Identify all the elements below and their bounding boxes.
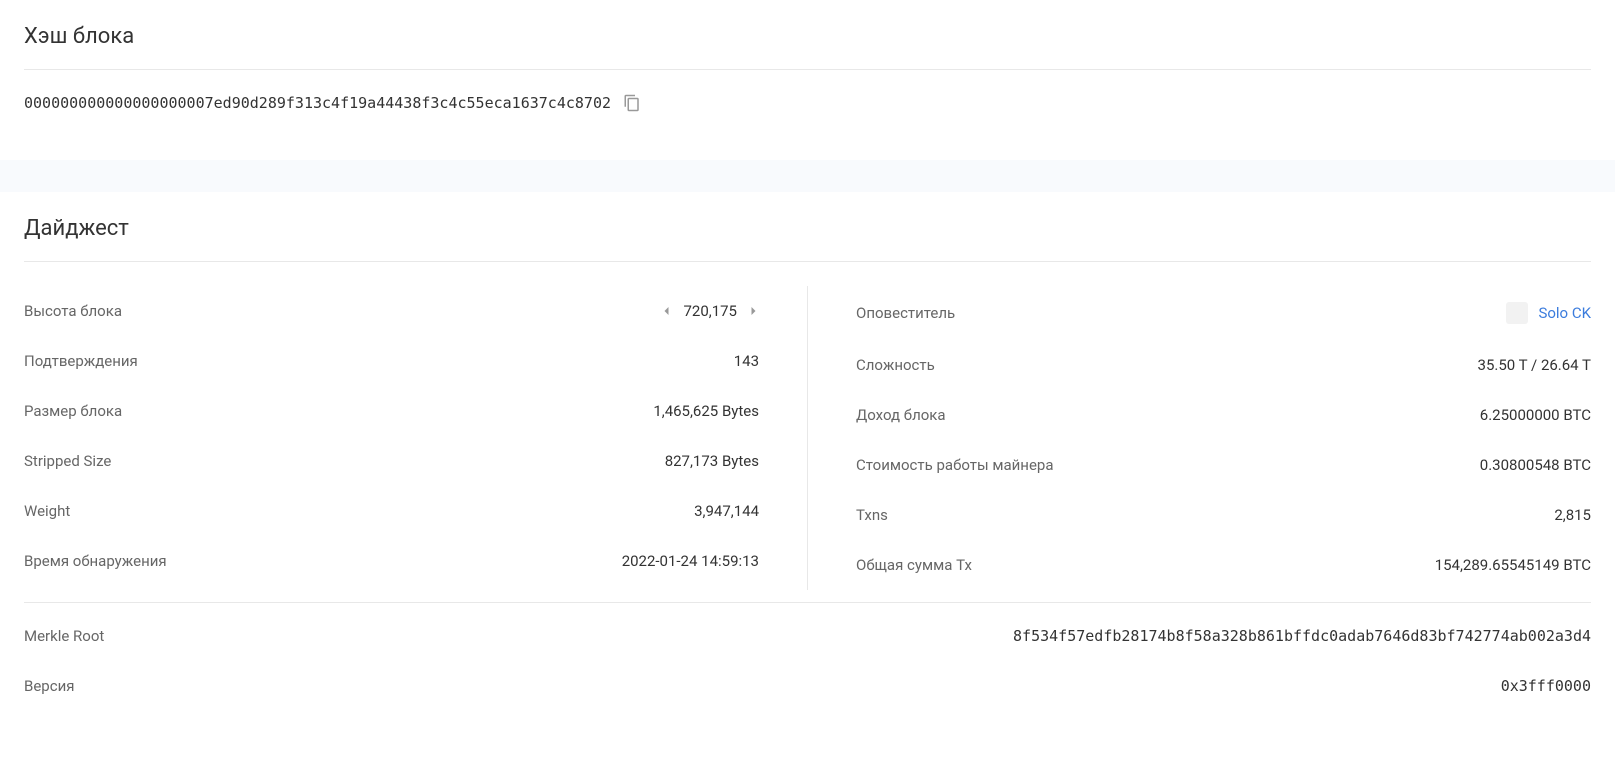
label-difficulty: Сложность	[856, 356, 935, 374]
row-relayed-by: Оповеститель Solo CK	[856, 286, 1591, 340]
row-txns: Txns 2,815	[856, 490, 1591, 540]
value-relayed-by: Solo CK	[1506, 302, 1591, 324]
value-stripped-size: 827,173 Bytes	[665, 452, 759, 470]
row-weight: Weight 3,947,144	[24, 486, 759, 536]
next-block-arrow-icon[interactable]	[747, 305, 759, 317]
value-difficulty: 35.50 T / 26.64 T	[1478, 356, 1591, 374]
label-version: Версия	[24, 677, 74, 695]
row-block-reward: Доход блока 6.25000000 BTC	[856, 390, 1591, 440]
value-weight: 3,947,144	[694, 502, 759, 520]
prev-block-arrow-icon[interactable]	[661, 305, 673, 317]
label-confirmations: Подтверждения	[24, 352, 138, 370]
block-height-value: 720,175	[683, 302, 737, 320]
digest-two-col: Высота блока 720,175 Подтверждения 143 Р…	[24, 286, 1591, 590]
label-merkle-root: Merkle Root	[24, 627, 104, 645]
digest-section: Дайджест Высота блока 720,175 Подтвержде…	[0, 216, 1615, 735]
label-block-size: Размер блока	[24, 402, 122, 420]
value-block-height-nav: 720,175	[661, 302, 759, 320]
row-stripped-size: Stripped Size 827,173 Bytes	[24, 436, 759, 486]
label-weight: Weight	[24, 502, 70, 520]
divider	[24, 261, 1591, 262]
copy-icon[interactable]	[623, 94, 641, 112]
row-merkle-root: Merkle Root 8f534f57edfb28174b8f58a328b8…	[24, 611, 1591, 661]
label-block-height: Высота блока	[24, 302, 122, 320]
row-total-tx: Общая сумма Tx 154,289.65545149 BTC	[856, 540, 1591, 590]
spacer-band	[0, 160, 1615, 192]
value-block-reward: 6.25000000 BTC	[1480, 406, 1591, 424]
digest-left-col: Высота блока 720,175 Подтверждения 143 Р…	[24, 286, 807, 590]
section-divider	[24, 602, 1591, 603]
value-confirmations: 143	[734, 352, 759, 370]
label-txns: Txns	[856, 506, 888, 524]
row-fee-reward: Стоимость работы майнера 0.30800548 BTC	[856, 440, 1591, 490]
value-version: 0x3fff0000	[1501, 677, 1591, 695]
value-txns: 2,815	[1554, 506, 1591, 524]
hash-section: Хэш блока 000000000000000000007ed90d289f…	[0, 0, 1615, 144]
row-difficulty: Сложность 35.50 T / 26.64 T	[856, 340, 1591, 390]
miner-badge-icon	[1506, 302, 1528, 324]
value-block-size: 1,465,625 Bytes	[653, 402, 759, 420]
hash-row: 000000000000000000007ed90d289f313c4f19a4…	[24, 94, 1591, 112]
value-total-tx: 154,289.65545149 BTC	[1435, 556, 1591, 574]
label-stripped-size: Stripped Size	[24, 452, 111, 470]
row-block-height: Высота блока 720,175	[24, 286, 759, 336]
row-discovery-time: Время обнаружения 2022-01-24 14:59:13	[24, 536, 759, 586]
digest-right-col: Оповеститель Solo CK Сложность 35.50 T /…	[808, 286, 1591, 590]
divider	[24, 69, 1591, 70]
label-fee-reward: Стоимость работы майнера	[856, 456, 1053, 474]
digest-section-title: Дайджест	[24, 216, 1591, 241]
block-hash-value: 000000000000000000007ed90d289f313c4f19a4…	[24, 94, 611, 112]
value-discovery-time: 2022-01-24 14:59:13	[622, 552, 759, 570]
value-fee-reward: 0.30800548 BTC	[1480, 456, 1591, 474]
label-discovery-time: Время обнаружения	[24, 552, 167, 570]
label-block-reward: Доход блока	[856, 406, 946, 424]
hash-section-title: Хэш блока	[24, 24, 1591, 49]
row-confirmations: Подтверждения 143	[24, 336, 759, 386]
row-version: Версия 0x3fff0000	[24, 661, 1591, 711]
miner-link[interactable]: Solo CK	[1538, 304, 1591, 322]
value-merkle-root: 8f534f57edfb28174b8f58a328b861bffdc0adab…	[1013, 627, 1591, 645]
label-relayed-by: Оповеститель	[856, 304, 955, 322]
label-total-tx: Общая сумма Tx	[856, 556, 972, 574]
row-block-size: Размер блока 1,465,625 Bytes	[24, 386, 759, 436]
